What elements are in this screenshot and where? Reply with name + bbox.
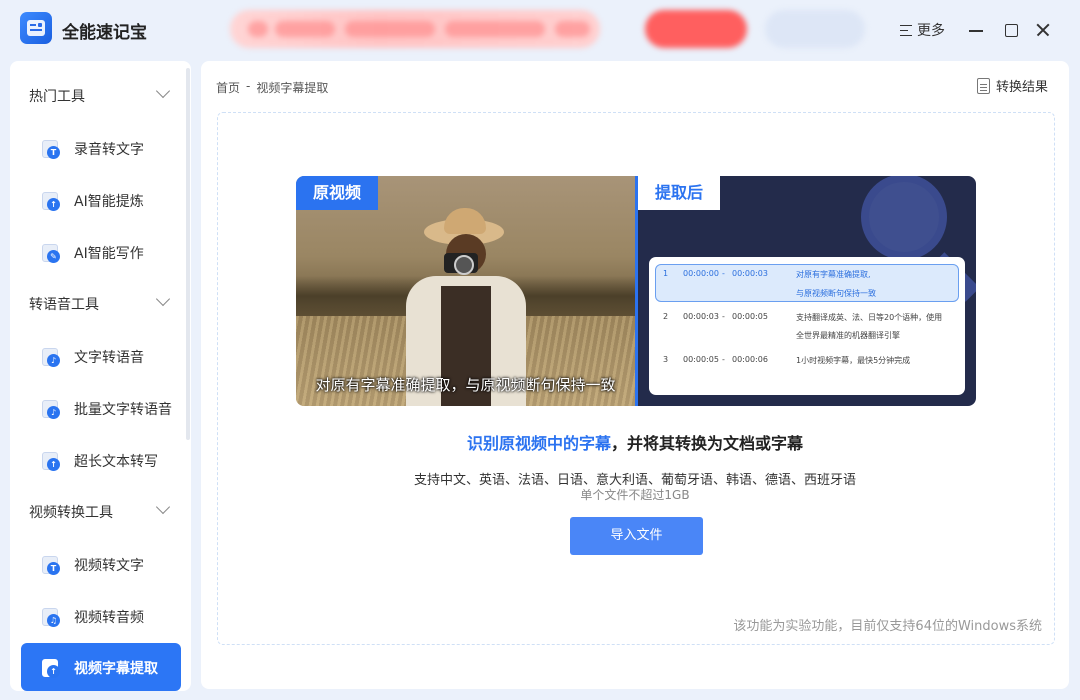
subtitle-index: 3 bbox=[663, 355, 669, 364]
sidebar-scrollbar[interactable] bbox=[186, 68, 190, 440]
sidebar-item-long-text[interactable]: ↑ 超长文本转写 bbox=[21, 436, 181, 484]
extracted-tag: 提取后 bbox=[638, 176, 721, 210]
magnifier-icon bbox=[861, 176, 947, 260]
subtitle-start: 00:00:00 bbox=[683, 269, 719, 278]
batch-text-to-speech-icon: ♪ bbox=[40, 398, 62, 420]
file-size-limit: 单个文件不超过1GB bbox=[580, 488, 690, 502]
subtitle-end: 00:00:03 bbox=[732, 269, 768, 278]
sidebar-item-label: 录音转文字 bbox=[74, 142, 144, 158]
sidebar-item-label: 视频转文字 bbox=[74, 558, 144, 574]
breadcrumb-current: 视频字幕提取 bbox=[256, 81, 329, 95]
title-bar: 全能速记宝 更多 bbox=[0, 0, 1080, 60]
sidebar-item-ai-extract[interactable]: ↑ AI智能提炼 bbox=[21, 176, 181, 224]
experimental-note: 该功能为实验功能，目前仅支持64位的Windows系统 bbox=[733, 619, 1042, 634]
sidebar-item-label: AI智能写作 bbox=[74, 246, 144, 262]
menu-icon bbox=[900, 24, 913, 36]
sidebar-group-speech-tools[interactable]: 转语音工具 bbox=[10, 279, 191, 329]
subtitle-row: 3 00:00:05 - 00:00:06 1小时视频字幕，最快5分钟完成 bbox=[655, 354, 959, 372]
chevron-down-icon bbox=[155, 83, 171, 99]
chevron-down-icon bbox=[155, 291, 171, 307]
original-video-tag: 原视频 bbox=[296, 176, 379, 210]
subtitle-dash: - bbox=[722, 355, 725, 364]
group-label: 热门工具 bbox=[29, 89, 85, 105]
ai-writing-icon: ✎ bbox=[40, 242, 62, 264]
sidebar-item-ai-writing[interactable]: ✎ AI智能写作 bbox=[21, 228, 181, 276]
conversion-results-label: 转换结果 bbox=[996, 80, 1049, 95]
subtitle-text: 1小时视频字幕，最快5分钟完成 bbox=[796, 356, 911, 365]
group-label: 转语音工具 bbox=[29, 297, 99, 313]
subtitle-start: 00:00:05 bbox=[683, 355, 719, 364]
ai-extract-icon: ↑ bbox=[40, 190, 62, 212]
subtitle-row: 1 00:00:00 - 00:00:03 对原有字幕准确提取, 与原视频断句保… bbox=[655, 264, 959, 302]
maximize-button[interactable] bbox=[1003, 22, 1019, 38]
sidebar-item-label: 文字转语音 bbox=[74, 350, 144, 366]
subtitle-text: 对原有字幕准确提取, bbox=[796, 270, 871, 279]
sidebar-item-label: 视频转音频 bbox=[74, 610, 144, 626]
audio-to-text-icon: T bbox=[40, 138, 62, 160]
subtitle-text: 全世界最精准的机器翻译引擎 bbox=[796, 331, 900, 340]
sidebar-item-text-to-speech[interactable]: ♪ 文字转语音 bbox=[21, 332, 181, 380]
text-to-speech-icon: ♪ bbox=[40, 346, 62, 368]
sidebar-item-subtitle-extract[interactable]: ↑ 视频字幕提取 bbox=[21, 643, 181, 691]
subtitle-dash: - bbox=[722, 269, 725, 278]
subtitle-text: 支持翻译成英、法、日等20个语种，使用 bbox=[796, 313, 943, 322]
main-panel: 首页 - 视频字幕提取 转换结果 对原有字幕准确提取，与原视频断句保持一致 原视… bbox=[201, 61, 1069, 689]
promo-banner[interactable] bbox=[230, 10, 600, 48]
original-video-photo: 对原有字幕准确提取，与原视频断句保持一致 bbox=[296, 176, 635, 406]
app-logo-icon bbox=[20, 12, 52, 44]
subtitle-end: 00:00:05 bbox=[732, 312, 768, 321]
sidebar-item-label: AI智能提炼 bbox=[74, 194, 144, 210]
video-to-audio-icon: ♫ bbox=[40, 606, 62, 628]
headline-highlight: 识别原视频中的字幕 bbox=[466, 434, 611, 453]
sidebar-item-label: 批量文字转语音 bbox=[74, 402, 172, 418]
video-to-text-icon: T bbox=[40, 554, 62, 576]
sidebar-item-batch-text-to-speech[interactable]: ♪ 批量文字转语音 bbox=[21, 384, 181, 432]
sidebar: 热门工具 T 录音转文字 ↑ AI智能提炼 ✎ AI智能写作 转语音工具 ♪ 文… bbox=[10, 61, 191, 691]
app-title: 全能速记宝 bbox=[62, 23, 147, 43]
import-file-button[interactable]: 导入文件 bbox=[570, 517, 703, 555]
chevron-down-icon bbox=[155, 499, 171, 515]
more-menu-button[interactable]: 更多 bbox=[900, 20, 945, 40]
sidebar-item-audio-to-text[interactable]: T 录音转文字 bbox=[21, 124, 181, 172]
promo-button[interactable] bbox=[645, 10, 747, 48]
long-text-icon: ↑ bbox=[40, 450, 62, 472]
breadcrumb-home[interactable]: 首页 bbox=[216, 79, 240, 96]
subtitle-index: 1 bbox=[663, 269, 669, 278]
subtitle-dash: - bbox=[722, 312, 725, 321]
group-label: 视频转换工具 bbox=[29, 505, 113, 521]
document-icon bbox=[977, 77, 990, 94]
feature-headline: 识别原视频中的字幕，并将其转换为文档或字幕 bbox=[201, 430, 1069, 454]
subtitle-extract-icon: ↑ bbox=[40, 657, 62, 679]
breadcrumb-separator: - bbox=[246, 79, 251, 93]
sidebar-item-video-to-text[interactable]: T 视频转文字 bbox=[21, 540, 181, 588]
minimize-button[interactable] bbox=[968, 22, 984, 38]
breadcrumb: 首页 - 视频字幕提取 bbox=[216, 79, 328, 96]
headline-rest: ，并将其转换为文档或字幕 bbox=[611, 434, 804, 453]
close-button[interactable] bbox=[1035, 22, 1051, 38]
subtitle-text: 与原视频断句保持一致 bbox=[796, 289, 876, 298]
sidebar-item-label: 视频字幕提取 bbox=[74, 661, 158, 677]
subtitle-end: 00:00:06 bbox=[732, 355, 768, 364]
subtitle-index: 2 bbox=[663, 312, 669, 321]
subtitle-start: 00:00:03 bbox=[683, 312, 719, 321]
subtitle-list-card: 1 00:00:00 - 00:00:03 对原有字幕准确提取, 与原视频断句保… bbox=[649, 257, 965, 395]
sidebar-item-label: 超长文本转写 bbox=[74, 454, 158, 470]
sidebar-item-video-to-audio[interactable]: ♫ 视频转音频 bbox=[21, 592, 181, 640]
user-account-badge[interactable] bbox=[765, 10, 865, 48]
sidebar-group-video-tools[interactable]: 视频转换工具 bbox=[10, 487, 191, 537]
subtitle-row: 2 00:00:03 - 00:00:05 支持翻译成英、法、日等20个语种，使… bbox=[655, 311, 959, 347]
photo-subtitle: 对原有字幕准确提取，与原视频断句保持一致 bbox=[315, 376, 616, 394]
demo-preview-image: 对原有字幕准确提取，与原视频断句保持一致 原视频 提取后 1 00:00:00 … bbox=[296, 176, 976, 406]
sidebar-group-hot-tools[interactable]: 热门工具 bbox=[10, 71, 191, 121]
conversion-results-button[interactable]: 转换结果 bbox=[977, 76, 1048, 95]
more-label: 更多 bbox=[917, 23, 945, 39]
